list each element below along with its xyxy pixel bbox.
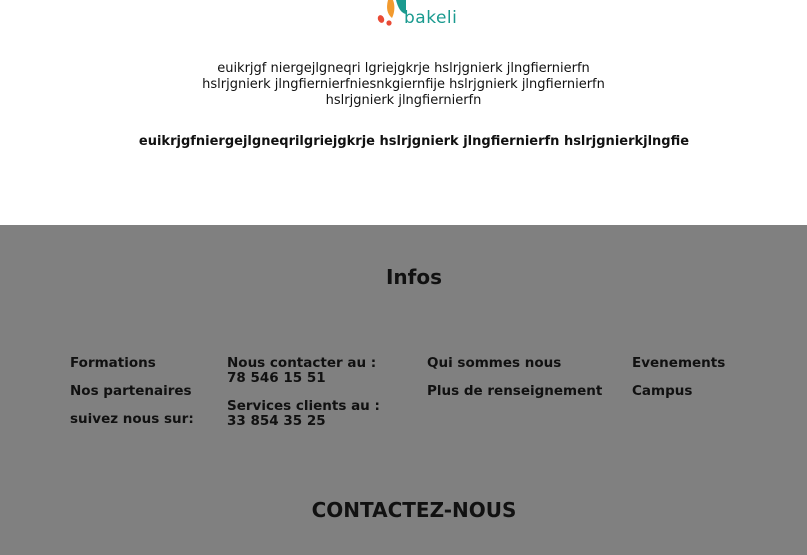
link-campus[interactable]: Campus	[632, 384, 725, 399]
header-section: bakeli euikrjgf niergejlgneqri lgriejgkr…	[0, 0, 807, 225]
social-follow-label: suivez nous sur:	[70, 411, 194, 427]
intro-line-2: hslrjgnierk jlngfiernierfniesnkgiernfije…	[202, 77, 605, 92]
footer-column-1: Formations Nos partenaires suivez nous s…	[70, 356, 194, 440]
footer-column-contact: Nous contacter au : 78 546 15 51 Service…	[227, 356, 380, 442]
link-formations[interactable]: Formations	[70, 356, 194, 371]
footer-title: Infos	[385, 265, 443, 289]
contact-label: Nous contacter au :	[227, 355, 377, 371]
intro-text: euikrjgf niergejlgneqri lgriejgkrje hslr…	[0, 61, 807, 109]
footer-column-3: Qui sommes nous Plus de renseignement	[427, 356, 602, 412]
link-qui-sommes-nous[interactable]: Qui sommes nous	[427, 356, 602, 371]
service-block: Services clients au : 33 854 35 25	[227, 399, 380, 429]
bakeli-logo[interactable]: bakeli	[376, 0, 466, 34]
contact-phone[interactable]: 78 546 15 51	[227, 371, 380, 386]
footer-section: Infos Formations Nos partenaires suivez …	[0, 225, 807, 555]
service-phone[interactable]: 33 854 35 25	[227, 414, 380, 429]
service-label: Services clients au :	[227, 398, 380, 414]
link-plus-de-renseignement[interactable]: Plus de renseignement	[427, 384, 602, 399]
intro-line-3: hslrjgnierk jlngfiernierfn	[325, 93, 482, 108]
logo-petals-icon	[377, 0, 406, 26]
contact-title: CONTACTEZ-NOUS	[311, 498, 517, 522]
link-evenements[interactable]: Evenements	[632, 356, 725, 371]
intro-bold-line: euikrjgfniergejlgneqrilgriejgkrje hslrjg…	[138, 134, 690, 149]
link-nos-partenaires[interactable]: Nos partenaires	[70, 384, 194, 399]
contact-block: Nous contacter au : 78 546 15 51	[227, 356, 380, 386]
footer-column-4: Evenements Campus	[632, 356, 725, 412]
logo-wordmark: bakeli	[404, 8, 458, 28]
intro-line-1: euikrjgf niergejlgneqri lgriejgkrje hslr…	[217, 61, 590, 76]
